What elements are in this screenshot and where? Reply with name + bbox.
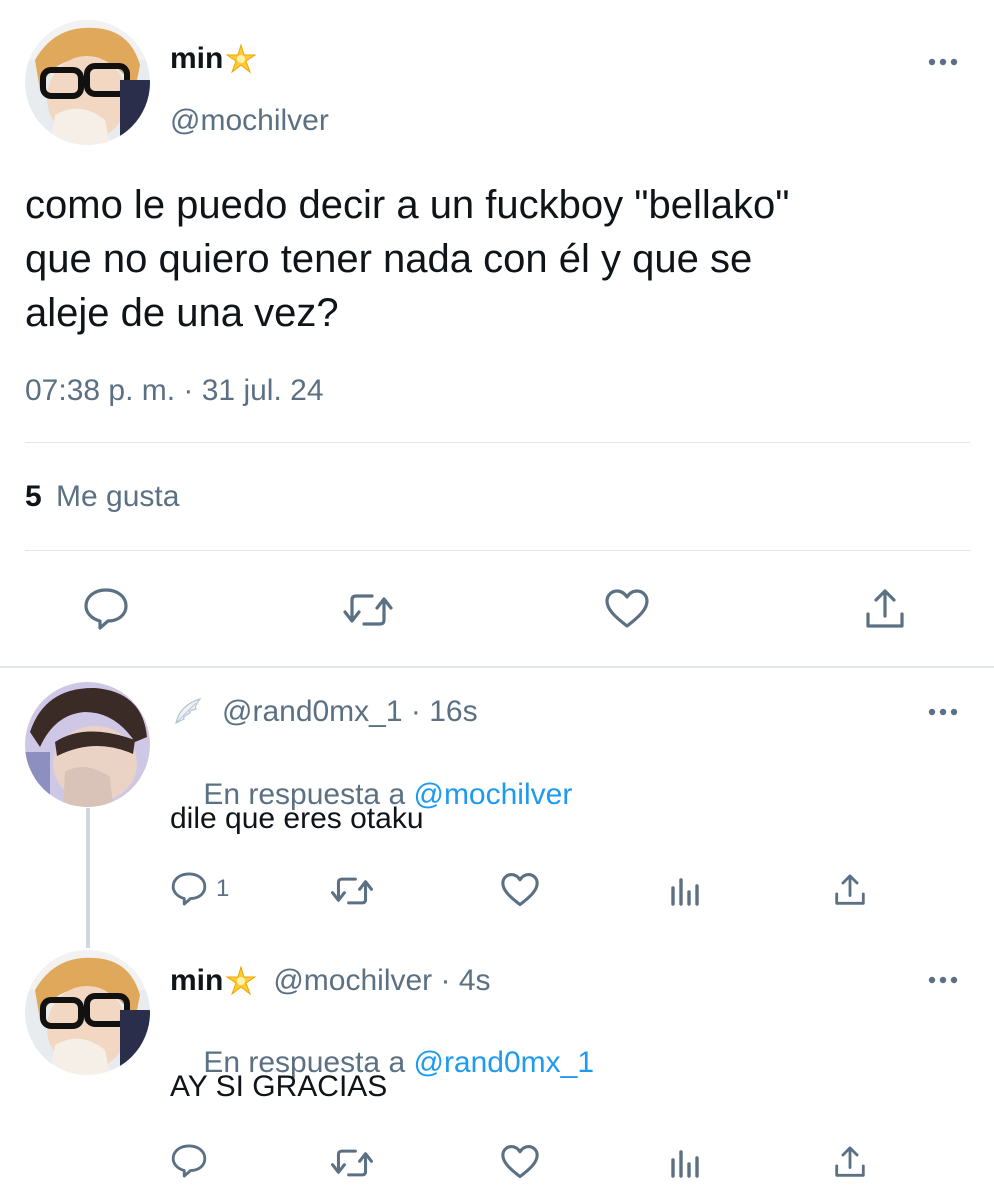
like-button[interactable] (500, 872, 540, 908)
section-divider (0, 666, 994, 668)
tweet-text-line: como le puedo decir a un fuckboy "bellak… (25, 183, 790, 227)
sparkle-emoji-icon (225, 965, 257, 997)
like-button[interactable] (500, 1144, 540, 1180)
reply-time[interactable]: · 4s (432, 964, 491, 998)
share-icon (835, 1146, 865, 1177)
reply-icon (171, 872, 207, 906)
share-icon (835, 874, 865, 905)
reply-text: AY SI GRACIAS (170, 1070, 388, 1103)
share-button[interactable] (832, 1144, 868, 1180)
views-button[interactable] (668, 1146, 702, 1180)
share-icon (866, 589, 904, 628)
in-reply-to-handle[interactable]: @rand0mx_1 (413, 1046, 594, 1079)
reply-count: 1 (216, 875, 230, 902)
display-name[interactable]: min (170, 964, 223, 998)
retweet-icon (343, 594, 393, 626)
likes-label: Me gusta (56, 480, 180, 513)
heart-icon (501, 873, 539, 907)
reply-handle[interactable]: @rand0mx_1 (222, 695, 403, 729)
thread-line (86, 808, 90, 948)
more-options-icon[interactable] (925, 702, 961, 722)
display-name[interactable]: min (170, 42, 223, 76)
more-options-icon[interactable] (925, 970, 961, 990)
retweet-icon (331, 1149, 373, 1177)
heart-icon (605, 589, 649, 628)
reply-text: dile que eres otaku (170, 802, 424, 835)
reply-handle[interactable]: @mochilver (273, 964, 432, 998)
sparkle-emoji-icon (225, 43, 257, 75)
retweet-button[interactable] (330, 874, 374, 908)
likes-count-row[interactable]: 5 Me gusta (25, 480, 179, 514)
wing-emoji-icon (170, 695, 204, 729)
reply-button[interactable] (170, 1142, 208, 1180)
views-button[interactable] (668, 874, 702, 908)
likes-count: 5 (25, 480, 42, 513)
reply-icon (84, 588, 128, 630)
views-icon (671, 878, 699, 906)
avatar[interactable] (25, 950, 150, 1075)
in-reply-to-handle[interactable]: @mochilver (413, 778, 572, 811)
views-icon (671, 1150, 699, 1178)
heart-icon (501, 1145, 539, 1179)
handle[interactable]: @mochilver (170, 104, 329, 138)
retweet-button[interactable] (330, 1146, 374, 1180)
more-options-icon[interactable] (925, 52, 961, 72)
reply-button[interactable] (82, 586, 130, 632)
share-button[interactable] (832, 872, 868, 908)
avatar[interactable] (25, 682, 150, 807)
tweet-text-line: aleje de una vez? (25, 291, 339, 335)
reply-button[interactable]: 1 (170, 870, 229, 908)
share-button[interactable] (862, 586, 908, 632)
reply-icon (171, 1144, 207, 1178)
tweet-text-line: que no quiero tener nada con él y que se (25, 237, 753, 281)
divider (25, 550, 970, 551)
tweet-text: como le puedo decir a un fuckboy "bellak… (25, 178, 985, 340)
divider (25, 442, 970, 443)
avatar[interactable] (25, 20, 150, 145)
tweet-timestamp[interactable]: 07:38 p. m. · 31 jul. 24 (25, 374, 324, 408)
reply-time[interactable]: · 16s (403, 695, 478, 729)
like-button[interactable] (604, 588, 650, 630)
retweet-button[interactable] (342, 590, 394, 630)
retweet-icon (331, 877, 373, 905)
